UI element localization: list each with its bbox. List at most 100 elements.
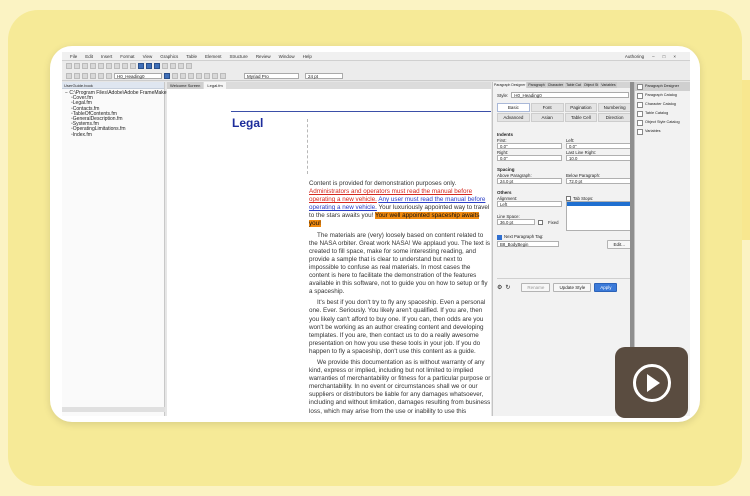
- refresh-icon[interactable]: ↻: [505, 284, 510, 291]
- subtab-advanced[interactable]: Advanced: [497, 113, 530, 122]
- tree-item-index[interactable]: ▫Index.fm: [65, 132, 161, 138]
- tab-variables[interactable]: Variables: [600, 82, 617, 88]
- tab-character[interactable]: Character: [546, 82, 565, 88]
- open-icon[interactable]: [74, 63, 80, 69]
- align-left-icon[interactable]: [66, 73, 72, 79]
- spellcheck-icon[interactable]: [186, 63, 192, 69]
- tab-paragraph[interactable]: Paragraph: [527, 82, 546, 88]
- save-icon[interactable]: [82, 63, 88, 69]
- print-icon[interactable]: [90, 63, 96, 69]
- gear-icon[interactable]: ⚙: [497, 284, 502, 291]
- paragraph-style-select[interactable]: H0_Heading0: [114, 73, 162, 79]
- font-family-select[interactable]: Myriad Pro: [244, 73, 299, 79]
- dock-variables[interactable]: Variables: [635, 127, 690, 136]
- subtab-basic[interactable]: Basic: [497, 103, 530, 112]
- menu-window[interactable]: Window: [279, 54, 295, 59]
- small-caps-icon[interactable]: [204, 73, 210, 79]
- maximize-icon[interactable]: □: [663, 54, 666, 59]
- edit-button[interactable]: Edit...: [607, 239, 631, 249]
- font-grow-icon[interactable]: [212, 73, 218, 79]
- superscript-icon[interactable]: [188, 73, 194, 79]
- tab-paragraph-designer[interactable]: Paragraph Designer: [493, 82, 527, 88]
- tab-legal[interactable]: Legal.fm: [204, 82, 226, 89]
- font-shrink-icon[interactable]: [220, 73, 226, 79]
- next-tag-select[interactable]: B8_BodyBegin: [497, 241, 559, 248]
- tab-table-cat[interactable]: Table Cat: [565, 82, 582, 88]
- subtab-asian[interactable]: Asian: [530, 113, 564, 122]
- right-indent-input[interactable]: 0.0": [497, 155, 562, 161]
- rename-button[interactable]: Rename: [521, 283, 551, 292]
- redo-icon[interactable]: [130, 63, 136, 69]
- paste-icon[interactable]: [114, 63, 120, 69]
- bullets-icon[interactable]: [98, 73, 104, 79]
- subscript-icon[interactable]: [196, 73, 202, 79]
- menu-structure[interactable]: Structure: [230, 54, 248, 59]
- tab-stops-list[interactable]: [566, 201, 631, 232]
- apply-button[interactable]: Apply: [594, 283, 618, 292]
- book-panel-scrollbar[interactable]: [62, 407, 165, 412]
- alignment-select[interactable]: Left: [497, 201, 562, 207]
- tab-object-st[interactable]: Object St: [582, 82, 600, 88]
- italic-icon[interactable]: [172, 73, 178, 79]
- subtab-pagination[interactable]: Pagination: [564, 103, 598, 112]
- align-center-icon[interactable]: [74, 73, 80, 79]
- menu-graphics[interactable]: Graphics: [160, 54, 178, 59]
- left-indent-input[interactable]: 0.0": [566, 143, 631, 149]
- style-select[interactable]: H0_Heading0: [511, 92, 630, 98]
- subtab-numbering[interactable]: Numbering: [598, 103, 631, 112]
- underline-icon[interactable]: [180, 73, 186, 79]
- align-right-icon[interactable]: [82, 73, 88, 79]
- play-button[interactable]: [615, 347, 688, 418]
- last-line-input[interactable]: 10.0: [566, 155, 631, 161]
- menu-view[interactable]: View: [143, 54, 153, 59]
- zoom-in-icon[interactable]: [162, 63, 168, 69]
- font-size-select[interactable]: 24 pt: [305, 73, 343, 79]
- menu-insert[interactable]: Insert: [101, 54, 112, 59]
- first-indent-input[interactable]: 0.0": [497, 143, 562, 149]
- fixed-checkbox[interactable]: [538, 219, 543, 225]
- dock-paragraph-designer[interactable]: Paragraph Designer: [635, 82, 690, 91]
- subtab-table-cell[interactable]: Table Cell: [564, 113, 598, 122]
- menu-table[interactable]: Table: [186, 54, 197, 59]
- new-doc-icon[interactable]: [66, 63, 72, 69]
- menu-file[interactable]: File: [70, 54, 77, 59]
- menu-edit[interactable]: Edit: [85, 54, 93, 59]
- track-changes-icon[interactable]: [178, 63, 184, 69]
- dock-paragraph-catalog[interactable]: Paragraph Catalog: [635, 91, 690, 100]
- insert-anchor-icon[interactable]: [154, 63, 160, 69]
- paragraph-designer-icon: [637, 83, 643, 90]
- menu-help[interactable]: Help: [303, 54, 312, 59]
- body-text[interactable]: Content is provided for demonstration pu…: [309, 180, 491, 416]
- subtab-direction[interactable]: Direction: [598, 113, 631, 122]
- cut-icon[interactable]: [98, 63, 104, 69]
- next-tag-checkbox[interactable]: [497, 234, 502, 240]
- document-tabs: Welcome Screen Legal.fm: [167, 82, 491, 89]
- undo-icon[interactable]: [122, 63, 128, 69]
- menu-element[interactable]: Element: [205, 54, 222, 59]
- pd-subtabs: Basic Font Pagination Numbering Advanced…: [497, 103, 631, 122]
- insert-table-icon[interactable]: [138, 63, 144, 69]
- workspace-switcher[interactable]: Authoring: [625, 54, 644, 59]
- above-paragraph-select[interactable]: 24.0 pt: [497, 178, 562, 184]
- copy-icon[interactable]: [106, 63, 112, 69]
- dock-object-style-catalog[interactable]: Object Style Catalog: [635, 118, 690, 127]
- below-paragraph-select[interactable]: 72.0 pt: [566, 178, 631, 184]
- tab-welcome[interactable]: Welcome Screen: [167, 82, 204, 89]
- close-icon[interactable]: ×: [673, 54, 676, 59]
- insert-image-icon[interactable]: [146, 63, 152, 69]
- zoom-out-icon[interactable]: [170, 63, 176, 69]
- document-page[interactable]: Legal Content is provided for demonstrat…: [167, 89, 491, 416]
- bold-icon[interactable]: [164, 73, 170, 79]
- minimize-icon[interactable]: –: [652, 54, 655, 59]
- dock-table-catalog[interactable]: Table Catalog: [635, 109, 690, 118]
- update-style-button[interactable]: Update Style: [553, 283, 592, 292]
- line-space-select[interactable]: 36.0 pt: [497, 219, 535, 225]
- justify-icon[interactable]: [90, 73, 96, 79]
- numbering-icon[interactable]: [106, 73, 112, 79]
- menu-format[interactable]: Format: [120, 54, 134, 59]
- subtab-font[interactable]: Font: [530, 103, 564, 112]
- menu-review[interactable]: Review: [256, 54, 271, 59]
- dock-character-catalog[interactable]: Character Catalog: [635, 100, 690, 109]
- tab-stop-selected[interactable]: [567, 202, 630, 207]
- tab-stops-checkbox[interactable]: [566, 196, 571, 202]
